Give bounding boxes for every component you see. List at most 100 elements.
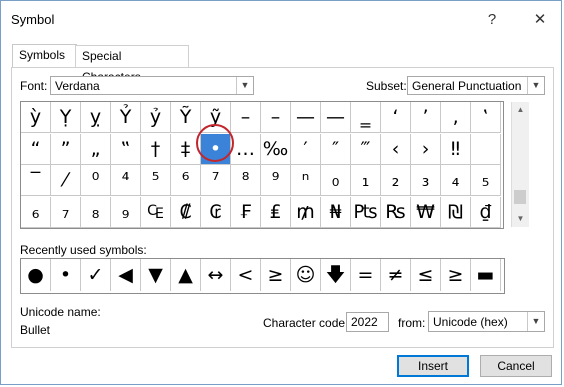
symbol-cell[interactable]: ‴ [351,133,381,165]
symbol-cell[interactable]: ₁ [351,165,381,196]
symbol-cell[interactable]: ⁴ [111,165,141,196]
symbol-cell[interactable]: ‟ [111,133,141,165]
symbol-cell[interactable]: ₪ [441,196,471,228]
symbol-cell[interactable]: ⁹ [261,165,291,196]
symbol-cell[interactable]: ₣ [231,196,261,228]
recent-symbols[interactable]: ● • ✓ ◀ ▼ ▲ ↔ < ≥ ☺ 🡇 = ≠ ≤ ≥ ▬ [20,258,505,294]
symbol-cell[interactable]: ‛ [471,102,501,133]
symbol-cell[interactable]: ₅ [471,165,501,196]
symbol-cell[interactable]: ‡ [171,133,201,165]
cancel-button[interactable]: Cancel [480,355,552,377]
symbol-cell[interactable]: ₄ [441,165,471,196]
symbol-cell[interactable]: ₥ [291,196,321,228]
symbol-cell[interactable]: ⁿ [291,165,321,196]
symbol-cell[interactable]: Ỹ [171,102,201,133]
symbol-cell[interactable]: ‼ [441,133,471,165]
symbol-cell[interactable]: ₀ [321,165,351,196]
symbol-cell[interactable]: – [231,102,261,133]
symbol-cell[interactable]: ⁷ [201,165,231,196]
symbol-cell[interactable] [471,133,501,165]
recent-symbol-cell[interactable]: < [231,259,261,291]
symbol-cell[interactable]: ₆ [21,196,51,228]
symbol-cell[interactable]: Ỷ [111,102,141,133]
scroll-thumb[interactable] [514,190,526,204]
symbol-cell[interactable]: ⁸ [231,165,261,196]
symbol-cell[interactable]: › [411,133,441,165]
symbol-cell[interactable]: ₃ [411,165,441,196]
symbol-cell[interactable]: — [291,102,321,133]
symbol-cell[interactable]: ⁶ [171,165,201,196]
symbol-cell[interactable]: ₧ [351,196,381,228]
tab-special-characters[interactable]: Special Characters [75,45,189,84]
recent-symbol-cell[interactable]: ◀ [111,259,141,291]
symbol-cell[interactable]: ỹ [201,102,231,133]
symbol-cell[interactable]: Ỵ [51,102,81,133]
symbol-grid[interactable]: ỳ Ỵỵ Ỷỷ Ỹỹ – – — — ‗ ‘’ ‚ ‛ “” „ ‟ † ‡ •… ‰ ′ ″ ‴ ‹ › ‼ ‾ ⁄ ⁰ ⁴ ⁵ ⁶ ⁷ ⁸ ⁹… [20,101,504,229]
recent-symbol-cell[interactable]: ▼ [141,259,171,291]
tab-symbols[interactable]: Symbols [12,44,77,68]
symbol-cell[interactable]: ⁰ [81,165,111,196]
symbol-cell[interactable]: ₩ [411,196,441,228]
help-icon[interactable]: ? [480,9,504,31]
recent-symbol-cell[interactable]: ▬ [471,259,501,291]
symbol-cell[interactable]: ‾ [21,165,51,196]
symbol-grid-scrollbar[interactable]: ▲ ▼ [511,102,529,227]
symbol-cell[interactable]: ₢ [201,196,231,228]
scroll-down-icon[interactable]: ▼ [512,211,529,227]
symbol-cell[interactable]: “ [21,133,51,165]
recent-symbol-cell[interactable]: ≤ [411,259,441,291]
symbol-cell[interactable]: ₨ [381,196,411,228]
from-select[interactable]: Unicode (hex) ▼ [428,311,545,332]
recent-symbol-cell[interactable]: ☺ [291,259,321,291]
symbol-cell[interactable]: † [141,133,171,165]
scroll-up-icon[interactable]: ▲ [512,102,529,118]
close-icon[interactable]: ✕ [528,9,552,31]
character-code-label: Character code: [263,316,349,330]
character-code-input[interactable]: 2022 [346,312,389,332]
subset-select[interactable]: General Punctuation ▼ [407,76,545,95]
symbol-cell[interactable]: – [261,102,291,133]
symbol-cell[interactable]: ” [51,133,81,165]
recent-symbol-cell[interactable]: ▲ [171,259,201,291]
symbol-cell[interactable]: ⁄ [51,165,81,196]
recent-symbol-cell[interactable]: ↔ [201,259,231,291]
font-select[interactable]: Verdana ▼ [50,76,254,95]
symbol-cell[interactable]: ₉ [111,196,141,228]
symbol-cell[interactable]: ₡ [171,196,201,228]
symbol-cell[interactable]: ₂ [381,165,411,196]
symbol-cell[interactable]: — [321,102,351,133]
recent-symbol-cell[interactable]: 🡇 [321,259,351,291]
symbol-cell[interactable]: ⁵ [141,165,171,196]
recent-symbol-cell[interactable]: ● [21,259,51,291]
recent-symbol-cell[interactable]: ✓ [81,259,111,291]
symbol-cell[interactable]: ‗ [351,102,381,133]
insert-button[interactable]: Insert [397,355,469,377]
chevron-down-icon[interactable]: ▼ [527,77,544,94]
symbol-cell[interactable]: ₈ [81,196,111,228]
chevron-down-icon[interactable]: ▼ [527,312,544,331]
recent-symbol-cell[interactable]: ≥ [261,259,291,291]
symbol-cell[interactable]: ỳ [21,102,51,133]
symbol-cell[interactable]: ′ [291,133,321,165]
symbol-cell[interactable]: ‚ [441,102,471,133]
symbol-cell[interactable]: ‰ [261,133,291,165]
recent-symbol-cell[interactable]: ≥ [441,259,471,291]
symbol-cell[interactable]: ₤ [261,196,291,228]
symbol-cell[interactable]: ’ [411,102,441,133]
recent-symbol-cell[interactable]: = [351,259,381,291]
symbol-cell[interactable]: • [201,133,231,165]
symbol-cell[interactable]: ₠ [141,196,171,228]
recent-symbol-cell[interactable]: ≠ [381,259,411,291]
symbol-cell[interactable]: ₦ [321,196,351,228]
chevron-down-icon[interactable]: ▼ [236,77,253,94]
symbol-cell[interactable]: ₫ [471,196,501,228]
symbol-cell[interactable]: ″ [321,133,351,165]
symbol-cell[interactable]: ỵ [81,102,111,133]
symbol-cell[interactable]: „ [81,133,111,165]
symbol-cell[interactable]: ‘ [381,102,411,133]
symbol-cell[interactable]: … [231,133,261,165]
symbol-cell[interactable]: ỷ [141,102,171,133]
symbol-cell[interactable]: ‹ [381,133,411,165]
recent-symbol-cell[interactable]: • [51,259,81,291]
symbol-cell[interactable]: ₇ [51,196,81,228]
